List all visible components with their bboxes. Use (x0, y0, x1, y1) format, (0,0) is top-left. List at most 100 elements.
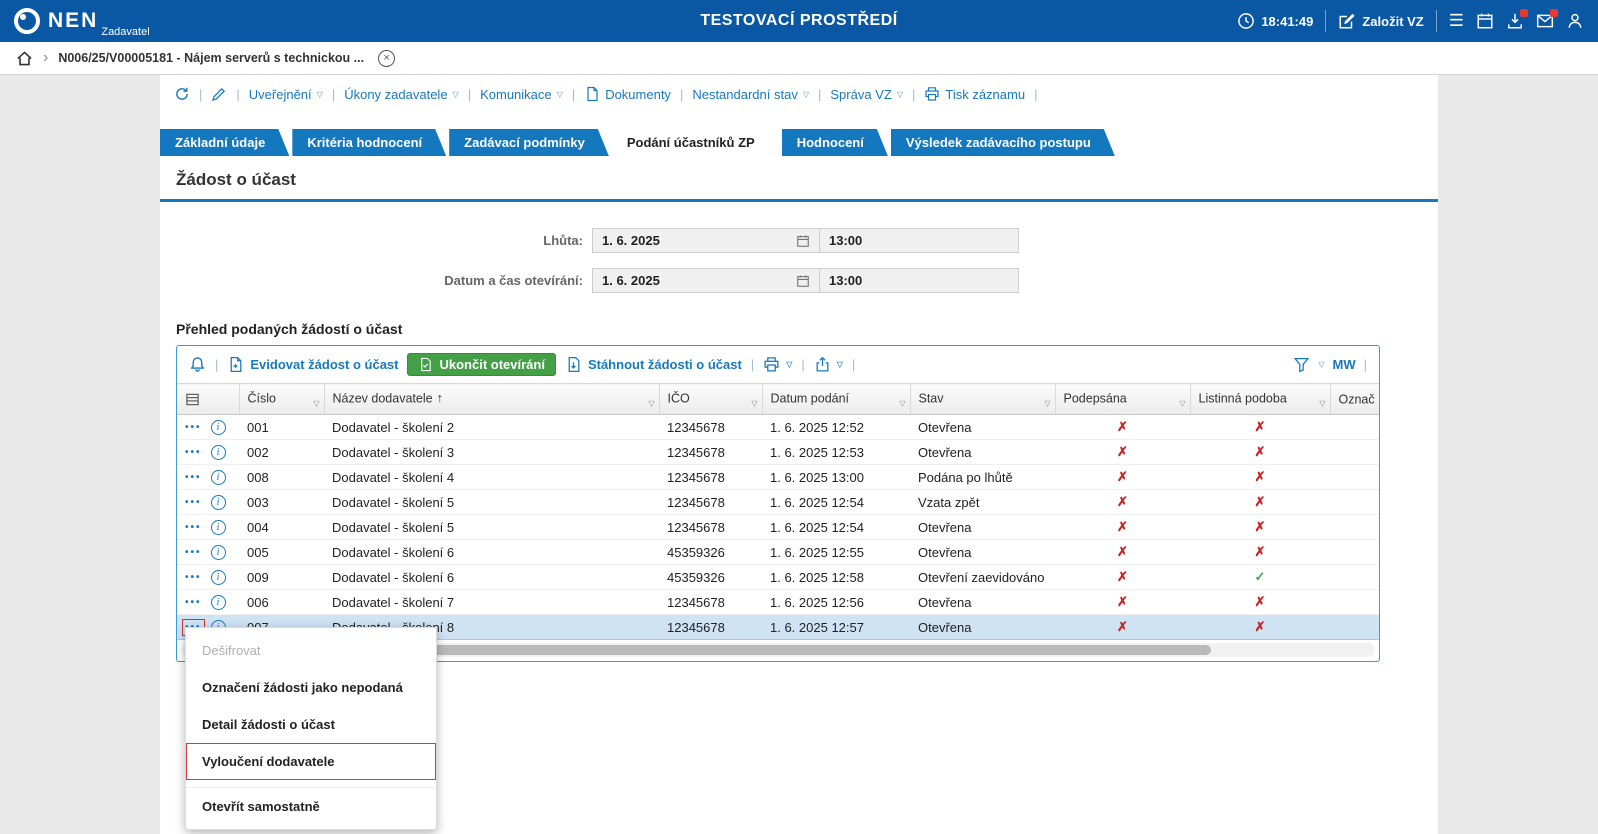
row-menu-button[interactable]: ••• (185, 497, 202, 508)
info-icon[interactable]: i (211, 595, 226, 610)
tab-1[interactable]: Základní údaje (160, 129, 289, 156)
history-refresh-icon[interactable] (174, 86, 190, 102)
row-menu-button[interactable]: ••• (185, 547, 202, 558)
info-icon[interactable]: i (211, 520, 226, 535)
toolbar-item-1[interactable]: Uveřejnění▽ (249, 87, 323, 102)
column-filter-caret[interactable]: ▽ (1044, 399, 1050, 408)
cell-ico: 45359326 (659, 540, 762, 565)
toolbar-item-2[interactable]: Úkony zadavatele▽ (344, 87, 459, 102)
register-request-button[interactable]: Evidovat žádost o účast (227, 356, 398, 373)
menu-item-5[interactable]: Otevřít samostatně (186, 787, 436, 825)
toolbar-item-5[interactable]: Nestandardní stav▽ (692, 87, 809, 102)
toolbar-item-6[interactable]: Správa VZ▽ (830, 87, 903, 102)
home-icon[interactable] (16, 50, 33, 67)
column-header-7[interactable]: ▽Listinná podoba (1190, 384, 1330, 415)
column-filter-caret[interactable]: ▽ (313, 399, 319, 408)
row-menu-button[interactable]: ••• (185, 447, 202, 458)
column-header-1[interactable]: ▽Číslo (239, 384, 324, 415)
breadcrumb-record[interactable]: N006/25/V00005181 - Nájem serverů s tech… (58, 51, 364, 65)
info-icon[interactable]: i (211, 470, 226, 485)
cell-submitted: 1. 6. 2025 12:54 (762, 515, 910, 540)
tab-2[interactable]: Kritéria hodnocení (292, 129, 446, 156)
column-header-8[interactable]: Označ (1330, 384, 1379, 415)
cross-icon: ✗ (1117, 519, 1128, 534)
bell-icon[interactable] (189, 356, 206, 373)
row-selector-header[interactable] (177, 384, 239, 415)
pencil-icon[interactable] (211, 86, 227, 102)
print-button[interactable]: ▽ (763, 356, 792, 373)
column-filter-caret[interactable]: ▽ (1179, 399, 1185, 408)
table-row[interactable]: •••i002Dodavatel - školení 3123456781. 6… (177, 440, 1379, 465)
close-record-icon[interactable]: × (378, 50, 395, 67)
menu-hamburger-icon[interactable]: ☰ (1449, 12, 1464, 30)
column-filter-caret[interactable]: ▽ (648, 399, 654, 408)
chevron-down-icon[interactable]: ▽ (1318, 360, 1324, 369)
table-row[interactable]: •••i005Dodavatel - školení 6453593261. 6… (177, 540, 1379, 565)
field-label: Lhůta: (160, 233, 592, 248)
row-menu-button[interactable]: ••• (185, 597, 202, 608)
menu-item-4[interactable]: Vyloučení dodavatele (186, 743, 436, 780)
tab-4[interactable]: Podání účastníků ZP (612, 129, 779, 156)
table-row[interactable]: •••i003Dodavatel - školení 5123456781. 6… (177, 490, 1379, 515)
date-value: 1. 6. 2025 (602, 233, 660, 248)
export-button[interactable]: ▽ (814, 356, 843, 373)
tab-6[interactable]: Výsledek zadávacího postupu (891, 129, 1115, 156)
column-filter-caret[interactable]: ▽ (1319, 399, 1325, 408)
tab-5[interactable]: Hodnocení (782, 129, 888, 156)
info-icon[interactable]: i (211, 545, 226, 560)
end-opening-button[interactable]: Ukončit otevírání (407, 353, 555, 376)
date-input[interactable]: 1. 6. 2025 (592, 268, 820, 293)
menu-item-2[interactable]: Označení žádosti jako nepodaná (186, 669, 436, 706)
info-icon[interactable]: i (211, 570, 226, 585)
time-input[interactable]: 13:00 (819, 228, 1019, 253)
time-value: 13:00 (829, 233, 862, 248)
column-filter-caret[interactable]: ▽ (899, 399, 905, 408)
table-row[interactable]: •••i009Dodavatel - školení 6453593261. 6… (177, 565, 1379, 590)
user-profile-icon[interactable] (1566, 12, 1584, 30)
column-label: Podepsána (1064, 391, 1127, 405)
cell-paper: ✗ (1190, 590, 1330, 615)
mw-button[interactable]: MW (1333, 357, 1356, 372)
row-menu-button[interactable]: ••• (185, 472, 202, 483)
column-header-3[interactable]: ▽IČO (659, 384, 762, 415)
toolbar-item-7[interactable]: Tisk záznamu (924, 86, 1025, 102)
column-filter-caret[interactable]: ▽ (751, 399, 757, 408)
date-input[interactable]: 1. 6. 2025 (592, 228, 820, 253)
messages-button[interactable] (1536, 12, 1554, 30)
downloads-button[interactable] (1506, 12, 1524, 30)
cross-icon: ✗ (1117, 494, 1128, 509)
section-rule (160, 199, 1438, 202)
info-icon[interactable]: i (211, 495, 226, 510)
cell-supplier: Dodavatel - školení 6 (324, 540, 659, 565)
download-badge (1520, 9, 1528, 17)
menu-item-1[interactable]: Dešifrovat (186, 632, 436, 669)
table-row[interactable]: •••i004Dodavatel - školení 5123456781. 6… (177, 515, 1379, 540)
menu-item-3[interactable]: Detail žádosti o účast (186, 706, 436, 743)
row-menu-button[interactable]: ••• (185, 572, 202, 583)
toolbar-item-label: Správa VZ (830, 87, 891, 102)
info-icon[interactable]: i (211, 445, 226, 460)
download-requests-button[interactable]: Stáhnout žádosti o účast (565, 356, 742, 373)
toolbar-item-label: Úkony zadavatele (344, 87, 447, 102)
cell-ico: 45359326 (659, 565, 762, 590)
info-icon[interactable]: i (211, 420, 226, 435)
toolbar-item-3[interactable]: Komunikace▽ (480, 87, 563, 102)
table-row[interactable]: •••i006Dodavatel - školení 7123456781. 6… (177, 590, 1379, 615)
row-menu-button[interactable]: ••• (185, 522, 202, 533)
column-header-2[interactable]: ▽Název dodavatele↑ (324, 384, 659, 415)
column-header-4[interactable]: ▽Datum podání (762, 384, 910, 415)
filter-funnel-icon[interactable] (1293, 356, 1310, 373)
table-row[interactable]: •••i001Dodavatel - školení 2123456781. 6… (177, 415, 1379, 440)
cross-icon: ✗ (1117, 594, 1128, 609)
tab-3[interactable]: Zadávací podmínky (449, 129, 609, 156)
column-header-6[interactable]: ▽ Podepsána (1055, 384, 1190, 415)
table-row[interactable]: •••i008Dodavatel - školení 4123456781. 6… (177, 465, 1379, 490)
calendar-icon[interactable] (1476, 12, 1494, 30)
column-header-5[interactable]: ▽Stav (910, 384, 1055, 415)
divider: | (912, 87, 915, 102)
toolbar-item-4[interactable]: Dokumenty (584, 86, 671, 102)
row-menu-button[interactable]: ••• (185, 422, 202, 433)
create-vz-button[interactable]: Založit VZ (1338, 12, 1423, 30)
cell-number: 009 (239, 565, 324, 590)
time-input[interactable]: 13:00 (819, 268, 1019, 293)
